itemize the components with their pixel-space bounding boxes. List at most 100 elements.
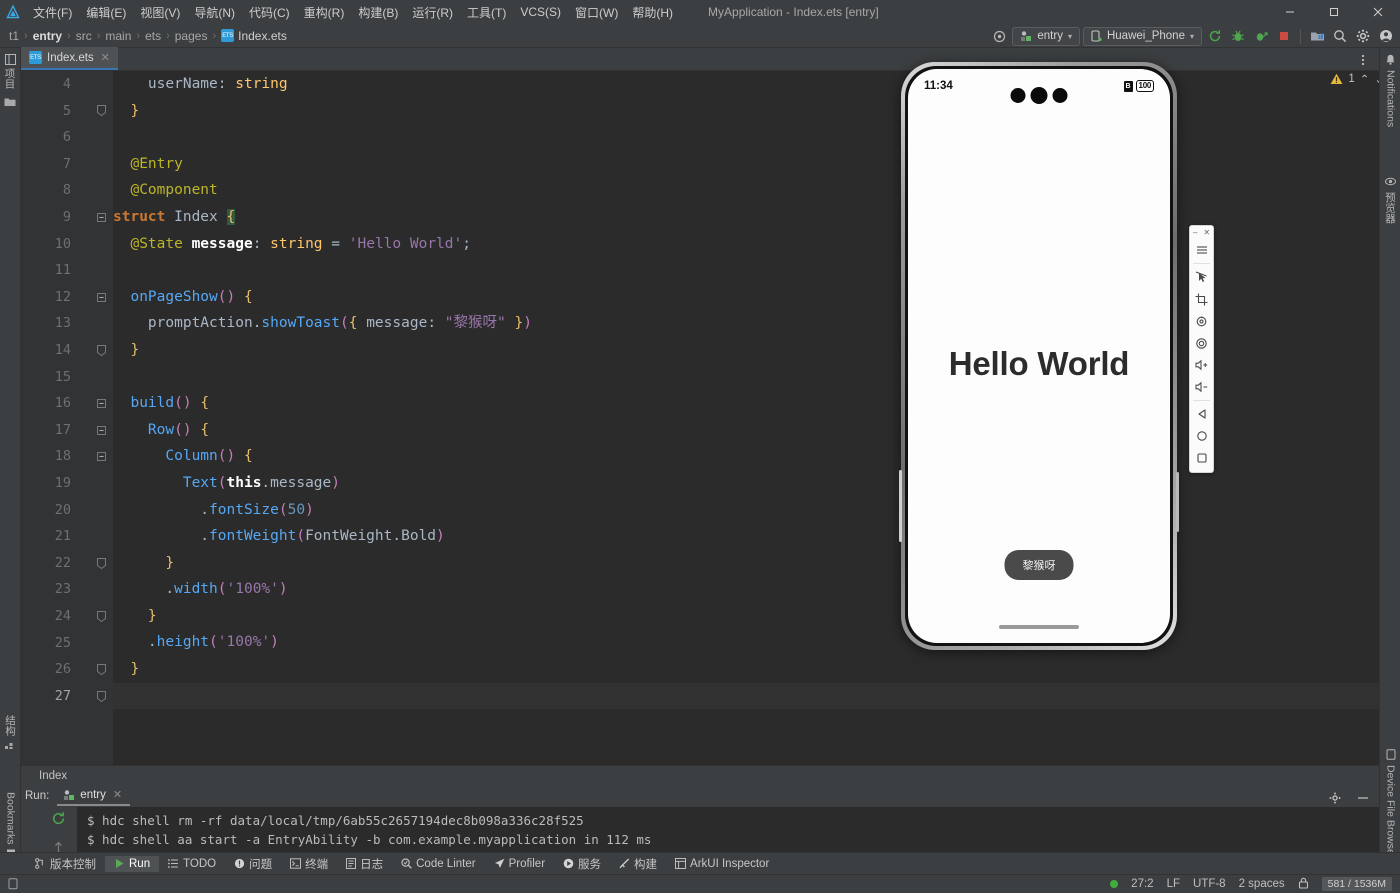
code-line[interactable]: Text(this.message) [113, 470, 1379, 497]
power-button[interactable] [1176, 472, 1179, 532]
back-triangle-icon[interactable] [1190, 403, 1213, 425]
search-icon[interactable] [1330, 26, 1350, 46]
bottom-tab-code-linter[interactable]: Code Linter [392, 856, 484, 872]
run-config-selector[interactable]: entry ▾ [1012, 27, 1080, 46]
code-line[interactable]: } [113, 98, 1379, 125]
code-line[interactable]: } [113, 683, 1379, 710]
rerun-icon[interactable] [51, 811, 66, 831]
bottom-tab-版本控制[interactable]: 版本控制 [26, 854, 105, 874]
more-options-icon[interactable] [1353, 50, 1373, 70]
sidebar-item-folder[interactable] [0, 93, 20, 111]
breadcrumb-item-3[interactable]: main [102, 29, 134, 43]
minimize-panel-icon[interactable] [1353, 788, 1373, 808]
bottom-tab-todo[interactable]: TODO [159, 856, 225, 872]
float-close-button[interactable]: ✕ [1203, 228, 1210, 237]
code-line[interactable]: @Component [113, 177, 1379, 204]
volume-down-icon[interactable] [1190, 376, 1213, 398]
indent-setting[interactable]: 2 spaces [1239, 878, 1285, 890]
fold-collapse-icon[interactable] [95, 417, 108, 444]
code-line[interactable]: @Entry [113, 151, 1379, 178]
sidebar-item-device-file-browser[interactable]: Device File Browser [1380, 749, 1400, 858]
close-icon[interactable]: ✕ [113, 788, 122, 801]
tab-index-ets[interactable]: ETS Index.ets ✕ [21, 47, 118, 70]
fold-end-icon[interactable] [95, 603, 108, 630]
account-icon[interactable] [1376, 26, 1396, 46]
run-tab-entry[interactable]: entry ✕ [57, 786, 130, 806]
sidebar-item-project[interactable]: 项目 [0, 48, 20, 93]
fold-end-icon[interactable] [95, 98, 108, 125]
menu-item-7[interactable]: 运行(R) [405, 2, 460, 23]
rotate-icon[interactable] [1190, 310, 1213, 332]
menu-item-5[interactable]: 重构(R) [297, 2, 352, 23]
caret-position[interactable]: 27:2 [1131, 878, 1153, 890]
close-icon[interactable]: ✕ [101, 51, 110, 64]
close-button[interactable] [1356, 0, 1400, 24]
menu-item-4[interactable]: 代码(C) [242, 2, 297, 23]
menu-item-10[interactable]: 窗口(W) [568, 2, 625, 23]
code-line[interactable]: .fontSize(50) [113, 497, 1379, 524]
menu-item-0[interactable]: 文件(F) [26, 2, 79, 23]
menu-item-6[interactable]: 构建(B) [351, 2, 405, 23]
float-minimize-button[interactable]: – [1193, 228, 1197, 237]
code-line[interactable]: .width('100%') [113, 576, 1379, 603]
menu-item-11[interactable]: 帮助(H) [625, 2, 680, 23]
menu-item-3[interactable]: 导航(N) [187, 2, 242, 23]
phone-screen[interactable]: 11:34 B 100 Hello World 黎猴呀 [908, 69, 1170, 643]
maximize-button[interactable] [1312, 0, 1356, 24]
gear-icon[interactable] [1325, 788, 1345, 808]
bottom-tab-run[interactable]: Run [105, 856, 159, 872]
menu-item-1[interactable]: 编辑(E) [79, 2, 133, 23]
home-indicator[interactable] [999, 625, 1079, 629]
code-line[interactable] [113, 124, 1379, 151]
run-console-output[interactable]: $ hdc shell rm -rf data/local/tmp/6ab55c… [77, 807, 1379, 857]
prev-problem-icon[interactable]: ⌃ [1360, 72, 1370, 86]
fold-collapse-icon[interactable] [95, 443, 108, 470]
bottom-tab-问题[interactable]: 问题 [225, 854, 281, 874]
code-line[interactable]: .height('100%') [113, 629, 1379, 656]
breadcrumb-item-5[interactable]: pages [172, 29, 211, 43]
bottom-tab-构建[interactable]: 构建 [610, 854, 666, 874]
sidebar-item-previewer[interactable]: 预览器 [1380, 176, 1400, 224]
encoding[interactable]: UTF-8 [1193, 878, 1226, 890]
code-line[interactable]: } [113, 656, 1379, 683]
bottom-tab-日志[interactable]: 日志 [337, 854, 392, 874]
breadcrumb-item-4[interactable]: ets [142, 29, 164, 43]
breadcrumb-item-2[interactable]: src [73, 29, 95, 43]
home-circle-icon[interactable] [1190, 425, 1213, 447]
device-manager-icon[interactable] [1307, 26, 1327, 46]
crop-icon[interactable] [1190, 288, 1213, 310]
bottom-tab-arkui-inspector[interactable]: ArkUI Inspector [666, 856, 778, 872]
bottom-tab-profiler[interactable]: Profiler [485, 856, 554, 872]
profile-icon[interactable] [1251, 26, 1271, 46]
bottom-tab-终端[interactable]: 终端 [281, 854, 337, 874]
sidebar-item-bookmarks[interactable]: Bookmarks [0, 792, 21, 860]
sidebar-item-structure[interactable]: 结构 [0, 715, 21, 750]
menu-item-2[interactable]: 视图(V) [133, 2, 187, 23]
breadcrumb-file[interactable]: ETSIndex.ets [218, 29, 290, 43]
fold-end-icon[interactable] [95, 337, 108, 364]
stop-icon[interactable] [1274, 26, 1294, 46]
fold-collapse-icon[interactable] [95, 204, 108, 231]
editor-inspection-widget[interactable]: 1 ⌃ ⌄ [1330, 72, 1384, 86]
fold-collapse-icon[interactable] [95, 284, 108, 311]
screenshot-icon[interactable] [1190, 332, 1213, 354]
breadcrumb-item-0[interactable]: t1 [6, 29, 22, 43]
minimize-button[interactable] [1268, 0, 1312, 24]
memory-indicator[interactable]: 581 / 1536M [1322, 877, 1392, 891]
volume-button[interactable] [899, 470, 902, 542]
sync-icon[interactable] [1205, 26, 1225, 46]
fold-collapse-icon[interactable] [95, 390, 108, 417]
menu-icon[interactable] [1190, 239, 1213, 261]
volume-up-icon[interactable] [1190, 354, 1213, 376]
target-icon[interactable] [989, 26, 1009, 46]
debug-icon[interactable] [1228, 26, 1248, 46]
settings-icon[interactable] [1353, 26, 1373, 46]
line-separator[interactable]: LF [1167, 878, 1180, 890]
pointer-select-icon[interactable] [1190, 266, 1213, 288]
menu-item-8[interactable]: 工具(T) [460, 2, 513, 23]
code-line[interactable]: } [113, 603, 1379, 630]
code-line[interactable]: .fontWeight(FontWeight.Bold) [113, 523, 1379, 550]
fold-end-icon[interactable] [95, 683, 108, 710]
fold-end-icon[interactable] [95, 550, 108, 577]
code-line[interactable]: userName: string [113, 71, 1379, 98]
